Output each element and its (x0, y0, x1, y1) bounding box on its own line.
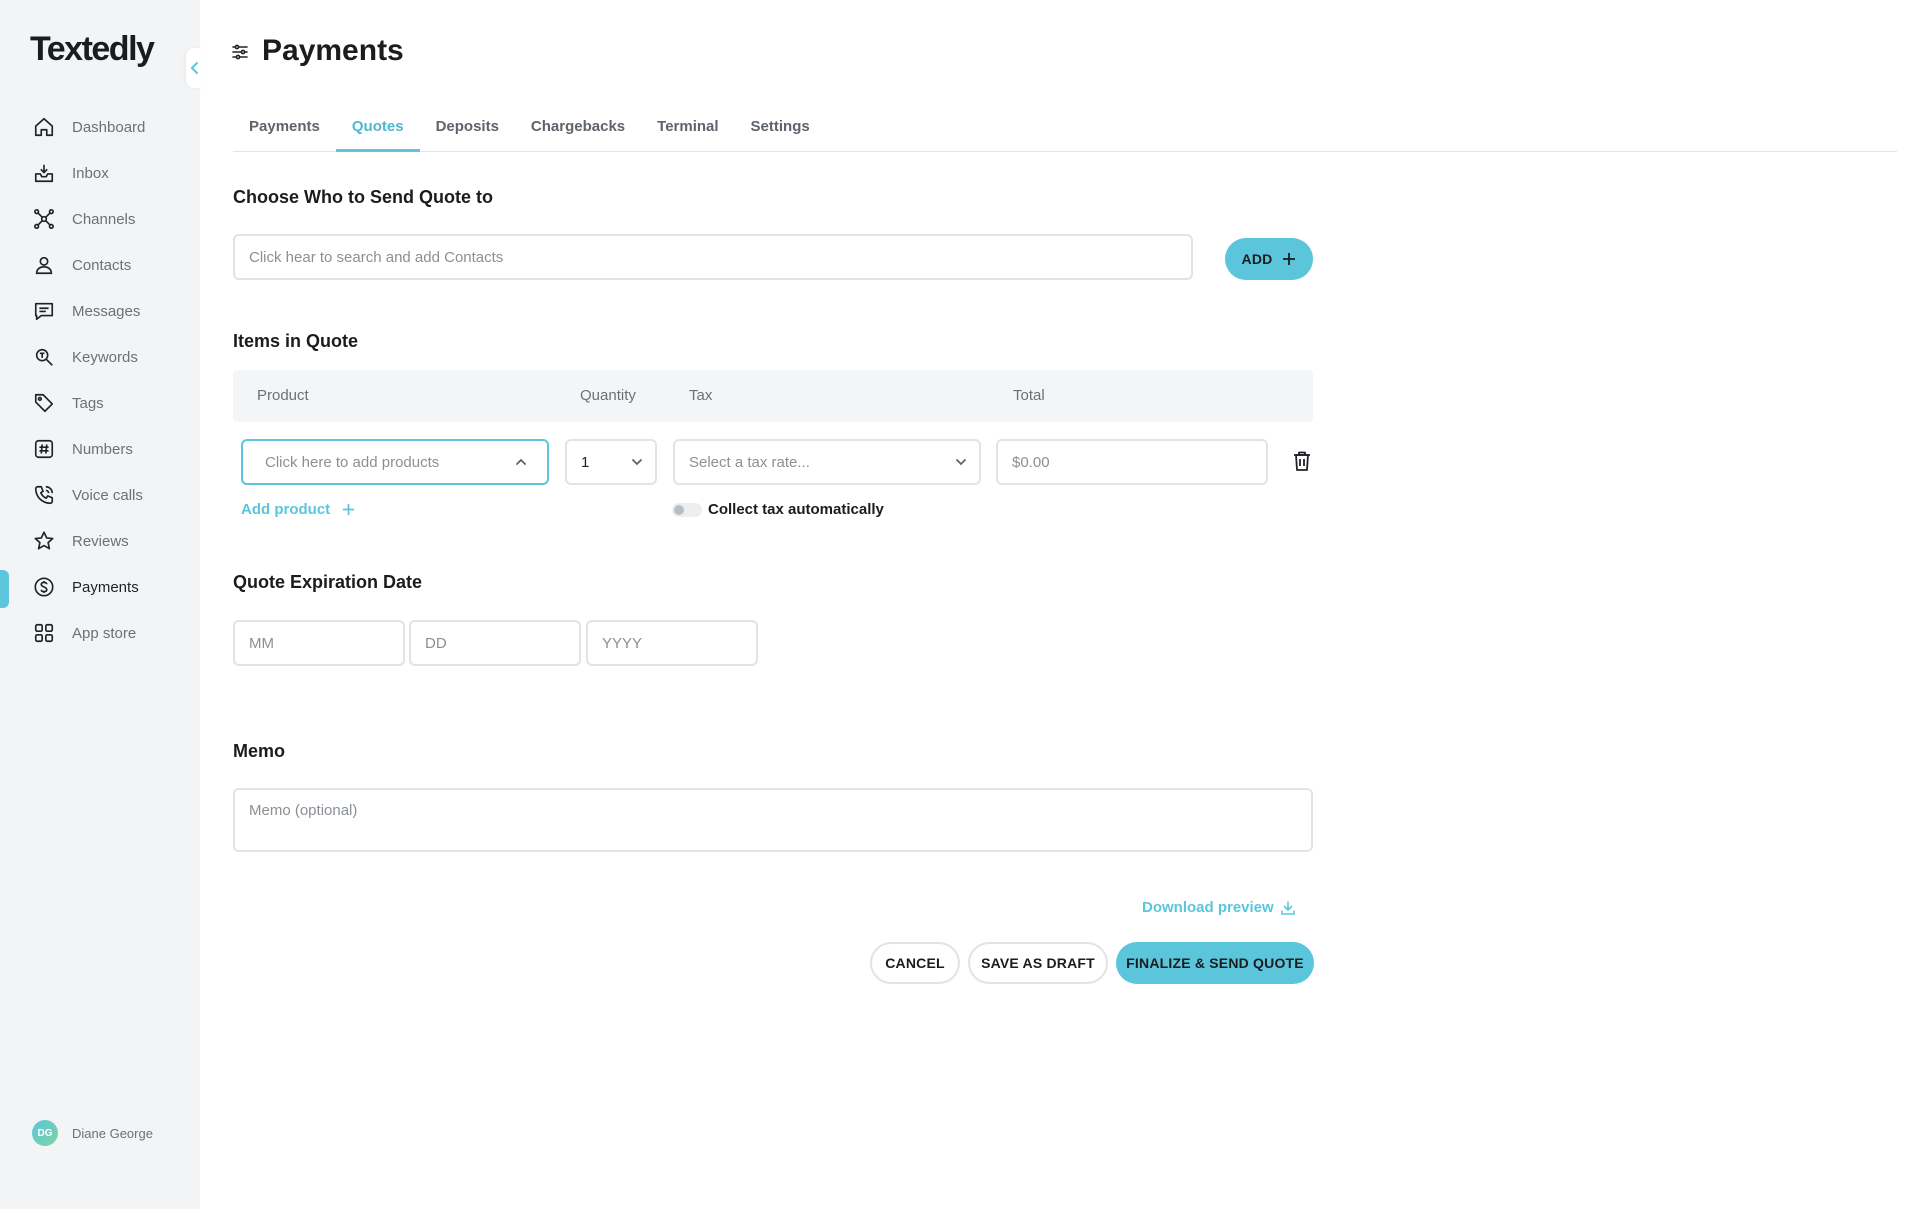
sidebar-item-keywords[interactable]: Keywords (0, 334, 200, 380)
avatar: DG (32, 1120, 58, 1146)
message-icon (32, 299, 56, 323)
sidebar-item-numbers[interactable]: Numbers (0, 426, 200, 472)
add-contact-button[interactable]: ADD (1225, 238, 1313, 280)
plus-icon (1283, 253, 1296, 265)
sidebar-item-contacts[interactable]: Contacts (0, 242, 200, 288)
user-icon (32, 253, 56, 277)
sidebar-item-app-store[interactable]: App store (0, 610, 200, 656)
column-product: Product (257, 387, 309, 404)
sidebar-item-label: Payments (72, 578, 139, 596)
app-logo: Textedly (30, 30, 155, 68)
sidebar-item-inbox[interactable]: Inbox (0, 150, 200, 196)
contact-search-input[interactable] (233, 234, 1193, 280)
product-select-placeholder: Click here to add products (265, 453, 440, 471)
column-quantity: Quantity (580, 387, 636, 404)
recipient-section-title: Choose Who to Send Quote to (233, 187, 493, 207)
items-table-header: Product Quantity Tax Total (233, 370, 1313, 422)
quantity-value: 1 (581, 453, 590, 471)
chevron-up-icon (516, 458, 526, 465)
expiration-month-input[interactable] (233, 620, 405, 666)
sidebar-item-label: Inbox (72, 164, 109, 182)
inbox-icon (32, 161, 56, 185)
chevron-left-icon (190, 62, 198, 74)
phone-icon (32, 483, 56, 507)
total-input[interactable] (996, 439, 1268, 485)
sidebar-item-label: Keywords (72, 348, 138, 366)
user-profile[interactable]: DG Diane George (32, 1120, 153, 1146)
sidebar-item-label: Channels (72, 210, 136, 228)
sidebar-item-label: Tags (72, 394, 104, 412)
sidebar-nav: Dashboard Inbox Channels Contacts Messag… (0, 104, 200, 656)
expiration-day-input[interactable] (409, 620, 581, 666)
star-icon (32, 529, 56, 553)
add-product-link[interactable]: Add product (241, 501, 355, 518)
save-draft-button[interactable]: SAVE AS DRAFT (968, 942, 1108, 984)
tab-chargebacks[interactable]: Chargebacks (515, 108, 641, 151)
sidebar-item-label: Contacts (72, 256, 132, 274)
trash-icon[interactable] (1292, 450, 1312, 477)
sidebar-item-label: Messages (72, 302, 141, 320)
product-select[interactable]: Click here to add products (241, 439, 549, 485)
sidebar-item-label: Numbers (72, 440, 133, 458)
tax-rate-placeholder: Select a tax rate... (689, 453, 810, 471)
sidebar-item-messages[interactable]: Messages (0, 288, 200, 334)
chevron-down-icon (956, 459, 966, 466)
sidebar-item-payments[interactable]: Payments (0, 564, 200, 610)
sidebar: Textedly Dashboard Inbox Channels Contac… (0, 0, 204, 1209)
tab-quotes[interactable]: Quotes (335, 108, 420, 152)
keyword-icon (32, 345, 56, 369)
download-icon (1280, 900, 1295, 915)
collapse-sidebar-button[interactable] (186, 48, 204, 88)
tab-settings[interactable]: Settings (735, 108, 826, 151)
collect-tax-label: Collect tax automatically (708, 501, 884, 518)
tab-bar: Payments Quotes Deposits Chargebacks Ter… (233, 108, 1897, 152)
tab-deposits[interactable]: Deposits (420, 108, 515, 151)
finalize-send-quote-button[interactable]: FINALIZE & SEND QUOTE (1116, 942, 1314, 984)
memo-section-title: Memo (233, 741, 286, 761)
add-contact-label: ADD (1241, 251, 1273, 267)
filter-icon[interactable] (232, 44, 248, 65)
expiration-section-title: Quote Expiration Date (233, 572, 423, 592)
collect-tax-toggle[interactable] (672, 503, 702, 517)
items-section-title: Items in Quote (233, 331, 359, 351)
tax-rate-select[interactable]: Select a tax rate... (673, 439, 981, 485)
sidebar-item-label: Reviews (72, 532, 129, 550)
sidebar-item-reviews[interactable]: Reviews (0, 518, 200, 564)
sidebar-item-channels[interactable]: Channels (0, 196, 200, 242)
sidebar-item-label: Dashboard (72, 118, 146, 136)
plus-icon (343, 503, 355, 516)
page-title: Payments (262, 34, 404, 67)
expiration-year-input[interactable] (586, 620, 758, 666)
tag-icon (32, 391, 56, 415)
quantity-select[interactable]: 1 (565, 439, 657, 485)
download-preview-link[interactable]: Download preview (1142, 899, 1296, 916)
sidebar-item-label: App store (72, 624, 137, 642)
column-total: Total (1013, 387, 1045, 404)
hash-icon (32, 437, 56, 461)
channels-icon (32, 207, 56, 231)
sidebar-item-label: Voice calls (72, 486, 143, 504)
chevron-down-icon (632, 459, 642, 466)
memo-textarea[interactable] (233, 788, 1313, 852)
sidebar-item-dashboard[interactable]: Dashboard (0, 104, 200, 150)
sidebar-item-voice-calls[interactable]: Voice calls (0, 472, 200, 518)
tab-terminal[interactable]: Terminal (641, 108, 734, 151)
sidebar-item-tags[interactable]: Tags (0, 380, 200, 426)
dollar-icon (32, 575, 56, 599)
column-tax: Tax (689, 387, 713, 404)
grid-icon (32, 621, 56, 645)
cancel-button[interactable]: CANCEL (870, 942, 960, 984)
user-name: Diane George (72, 1125, 153, 1141)
download-preview-label: Download preview (1142, 899, 1274, 916)
tab-payments[interactable]: Payments (233, 108, 336, 151)
home-icon (32, 115, 56, 139)
add-product-label: Add product (241, 501, 331, 518)
